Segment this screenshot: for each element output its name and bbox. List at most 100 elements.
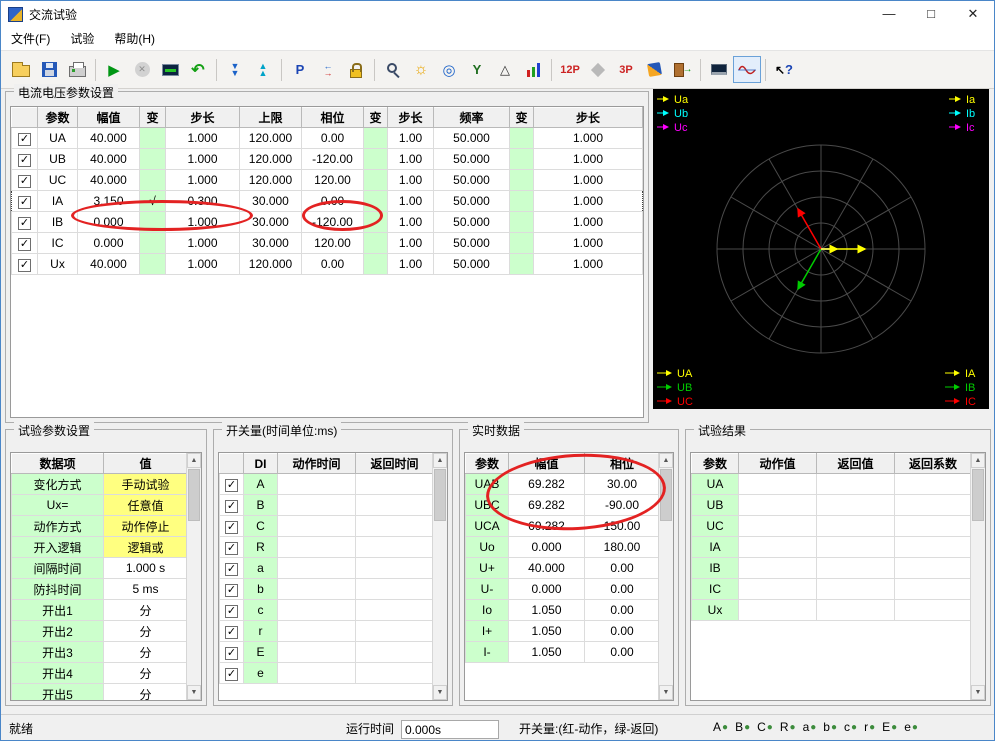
limit-cell[interactable]: 120.000 bbox=[239, 169, 302, 191]
freq-cell[interactable]: 50.000 bbox=[433, 253, 510, 275]
scroll-thumb[interactable] bbox=[972, 469, 984, 521]
tp-value[interactable]: 分 bbox=[103, 599, 188, 621]
di-checkbox-cell[interactable]: ✓ bbox=[219, 473, 244, 495]
minimize-button[interactable]: — bbox=[868, 1, 910, 27]
tp-value[interactable]: 分 bbox=[103, 620, 188, 642]
di-checkbox-cell[interactable]: ✓ bbox=[219, 494, 244, 516]
var-cell[interactable] bbox=[139, 148, 166, 170]
step-cell[interactable]: 1.000 bbox=[165, 148, 240, 170]
step-cell[interactable]: 1.00 bbox=[387, 211, 434, 233]
phase-cell[interactable]: -120.00 bbox=[301, 211, 364, 233]
di-checkbox-cell[interactable]: ✓ bbox=[219, 536, 244, 558]
di-checkbox-cell[interactable]: ✓ bbox=[219, 641, 244, 663]
menu-test[interactable]: 试验 bbox=[60, 27, 104, 50]
freq-cell[interactable]: 50.000 bbox=[433, 169, 510, 191]
close-button[interactable]: ✕ bbox=[952, 1, 994, 27]
target-button[interactable]: ◎ bbox=[435, 56, 463, 83]
scroll-thumb[interactable] bbox=[188, 469, 200, 521]
var-cell[interactable] bbox=[363, 190, 388, 212]
amp-cell[interactable]: 40.000 bbox=[77, 127, 140, 149]
amp-cell[interactable]: 40.000 bbox=[77, 169, 140, 191]
tp-value[interactable]: 分 bbox=[103, 641, 188, 663]
row-checkbox-cell[interactable]: ✓ bbox=[11, 211, 38, 233]
limit-cell[interactable]: 120.000 bbox=[239, 253, 302, 275]
phase-cell[interactable]: 120.00 bbox=[301, 169, 364, 191]
var-cell[interactable] bbox=[363, 232, 388, 254]
amp-cell[interactable]: 0.000 bbox=[77, 232, 140, 254]
three-p-button[interactable]: 3P bbox=[612, 56, 640, 83]
freq-cell[interactable]: 50.000 bbox=[433, 232, 510, 254]
results-scrollbar[interactable]: ▲ ▼ bbox=[970, 453, 985, 700]
test-params-scrollbar[interactable]: ▲ ▼ bbox=[186, 453, 201, 700]
var-cell[interactable] bbox=[363, 148, 388, 170]
scroll-up-icon[interactable]: ▲ bbox=[187, 453, 201, 468]
var-cell[interactable] bbox=[363, 169, 388, 191]
var-cell[interactable] bbox=[139, 127, 166, 149]
step-cell[interactable]: 1.000 bbox=[533, 232, 643, 254]
tp-value[interactable]: 任意值 bbox=[103, 494, 188, 516]
increase-button[interactable]: ▲ ▲ bbox=[249, 56, 277, 83]
exit-button[interactable] bbox=[668, 56, 696, 83]
scroll-down-icon[interactable]: ▼ bbox=[971, 685, 985, 700]
di-checkbox-cell[interactable]: ✓ bbox=[219, 578, 244, 600]
print-button[interactable] bbox=[63, 56, 91, 83]
open-file-button[interactable] bbox=[7, 56, 35, 83]
start-test-button[interactable]: ▶ bbox=[100, 56, 128, 83]
limit-cell[interactable]: 120.000 bbox=[239, 127, 302, 149]
maximize-button[interactable]: □ bbox=[910, 1, 952, 27]
limit-cell[interactable]: 120.000 bbox=[239, 148, 302, 170]
di-checkbox-cell[interactable]: ✓ bbox=[219, 515, 244, 537]
step-cell[interactable]: 1.000 bbox=[165, 169, 240, 191]
var-cell[interactable] bbox=[509, 148, 534, 170]
step-cell[interactable]: 1.00 bbox=[387, 232, 434, 254]
phase-cell[interactable]: 0.00 bbox=[301, 253, 364, 275]
scroll-down-icon[interactable]: ▼ bbox=[433, 685, 447, 700]
var-cell[interactable] bbox=[139, 169, 166, 191]
var-cell[interactable] bbox=[509, 127, 534, 149]
tp-value[interactable]: 1.000 s bbox=[103, 557, 188, 579]
var-cell[interactable] bbox=[509, 211, 534, 233]
limit-cell[interactable]: 30.000 bbox=[239, 211, 302, 233]
amp-cell[interactable]: 40.000 bbox=[77, 148, 140, 170]
tp-value[interactable]: 动作停止 bbox=[103, 515, 188, 537]
di-checkbox-cell[interactable]: ✓ bbox=[219, 662, 244, 684]
var-cell[interactable] bbox=[363, 211, 388, 233]
di-checkbox-cell[interactable]: ✓ bbox=[219, 620, 244, 642]
step-cell[interactable]: 1.000 bbox=[533, 169, 643, 191]
scroll-up-icon[interactable]: ▲ bbox=[659, 453, 673, 468]
step-cell[interactable]: 1.00 bbox=[387, 190, 434, 212]
step-cell[interactable]: 1.000 bbox=[533, 211, 643, 233]
display-button[interactable] bbox=[156, 56, 184, 83]
step-cell[interactable]: 1.000 bbox=[533, 253, 643, 275]
step-cell[interactable]: 1.00 bbox=[387, 148, 434, 170]
scroll-down-icon[interactable]: ▼ bbox=[187, 685, 201, 700]
amp-cell[interactable]: 0.000 bbox=[77, 211, 140, 233]
var-cell[interactable] bbox=[139, 232, 166, 254]
scroll-up-icon[interactable]: ▲ bbox=[433, 453, 447, 468]
row-checkbox-cell[interactable]: ✓ bbox=[11, 127, 38, 149]
phase-cell[interactable]: 0.00 bbox=[301, 190, 364, 212]
tp-value[interactable]: 分 bbox=[103, 662, 188, 684]
phase-cell[interactable]: 0.00 bbox=[301, 127, 364, 149]
row-checkbox-cell[interactable]: ✓ bbox=[11, 169, 38, 191]
switch-scrollbar[interactable]: ▲ ▼ bbox=[432, 453, 447, 700]
twelve-p-button[interactable]: 12P bbox=[556, 56, 584, 83]
tp-value[interactable]: 逻辑或 bbox=[103, 536, 188, 558]
di-checkbox-cell[interactable]: ✓ bbox=[219, 599, 244, 621]
var-cell[interactable] bbox=[509, 253, 534, 275]
var-cell[interactable] bbox=[363, 253, 388, 275]
step-cell[interactable]: 1.000 bbox=[165, 253, 240, 275]
phase-swap-button[interactable]: ← → bbox=[314, 56, 342, 83]
step-cell[interactable]: 1.00 bbox=[387, 127, 434, 149]
scroll-thumb[interactable] bbox=[434, 469, 446, 521]
decrease-button[interactable]: ▼ ▼ bbox=[221, 56, 249, 83]
var-cell[interactable] bbox=[509, 232, 534, 254]
step-cell[interactable]: 1.000 bbox=[533, 190, 643, 212]
var-cell[interactable]: √ bbox=[139, 190, 166, 212]
step-cell[interactable]: 1.000 bbox=[165, 232, 240, 254]
menu-file[interactable]: 文件(F) bbox=[1, 27, 60, 50]
step-cell[interactable]: 1.000 bbox=[165, 211, 240, 233]
harmonics-button[interactable] bbox=[519, 56, 547, 83]
var-cell[interactable] bbox=[509, 190, 534, 212]
row-checkbox-cell[interactable]: ✓ bbox=[11, 190, 38, 212]
